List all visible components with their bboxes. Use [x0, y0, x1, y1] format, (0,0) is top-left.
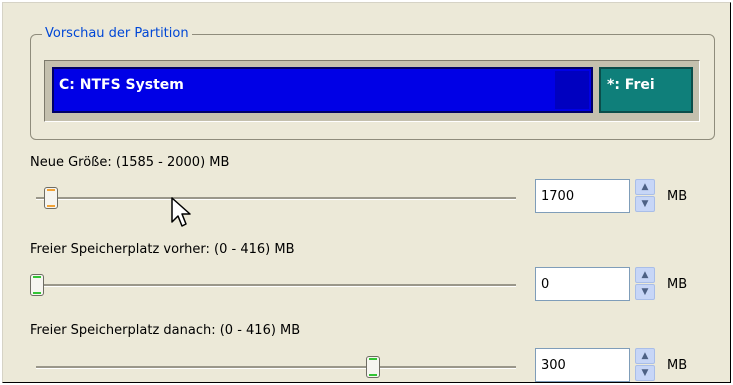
- mouse-pointer-icon: [171, 197, 191, 227]
- free-before-input[interactable]: 0: [535, 267, 630, 301]
- free-before-spinner[interactable]: ▲ ▼: [635, 267, 655, 301]
- free-space-label: *: Frei: [607, 77, 655, 93]
- chevron-down-icon[interactable]: ▼: [635, 365, 655, 381]
- free-before-label: Freier Speicherplatz vorher: (0 - 416) M…: [30, 242, 295, 257]
- chevron-down-icon[interactable]: ▼: [635, 196, 655, 212]
- new-size-slider-thumb[interactable]: [44, 187, 58, 209]
- new-size-unit: MB: [667, 189, 688, 204]
- new-size-input[interactable]: 1700: [535, 179, 630, 213]
- system-partition-used-shade: [555, 71, 589, 109]
- free-after-slider-thumb[interactable]: [366, 356, 380, 378]
- partition-preview-legend: Vorschau der Partition: [42, 26, 192, 42]
- chevron-up-icon[interactable]: ▲: [635, 179, 655, 195]
- free-after-spinner[interactable]: ▲ ▼: [635, 348, 655, 382]
- new-size-slider-track[interactable]: [36, 197, 516, 200]
- new-size-spinner[interactable]: ▲ ▼: [635, 179, 655, 213]
- partition-map: C: NTFS System *: Frei: [44, 60, 700, 122]
- free-before-slider-thumb[interactable]: [30, 274, 44, 296]
- free-before-unit: MB: [667, 277, 688, 292]
- chevron-up-icon[interactable]: ▲: [635, 348, 655, 364]
- free-after-unit: MB: [667, 358, 688, 373]
- free-after-slider-track[interactable]: [36, 366, 516, 369]
- free-after-input[interactable]: 300: [535, 348, 630, 382]
- chevron-up-icon[interactable]: ▲: [635, 267, 655, 283]
- free-space-block[interactable]: *: Frei: [599, 67, 693, 113]
- system-partition-block[interactable]: C: NTFS System: [52, 67, 593, 113]
- free-before-slider-track[interactable]: [36, 284, 516, 287]
- free-after-label: Freier Speicherplatz danach: (0 - 416) M…: [30, 323, 301, 338]
- new-size-label: Neue Größe: (1585 - 2000) MB: [30, 155, 230, 170]
- chevron-down-icon[interactable]: ▼: [635, 284, 655, 300]
- system-partition-label: C: NTFS System: [59, 77, 184, 93]
